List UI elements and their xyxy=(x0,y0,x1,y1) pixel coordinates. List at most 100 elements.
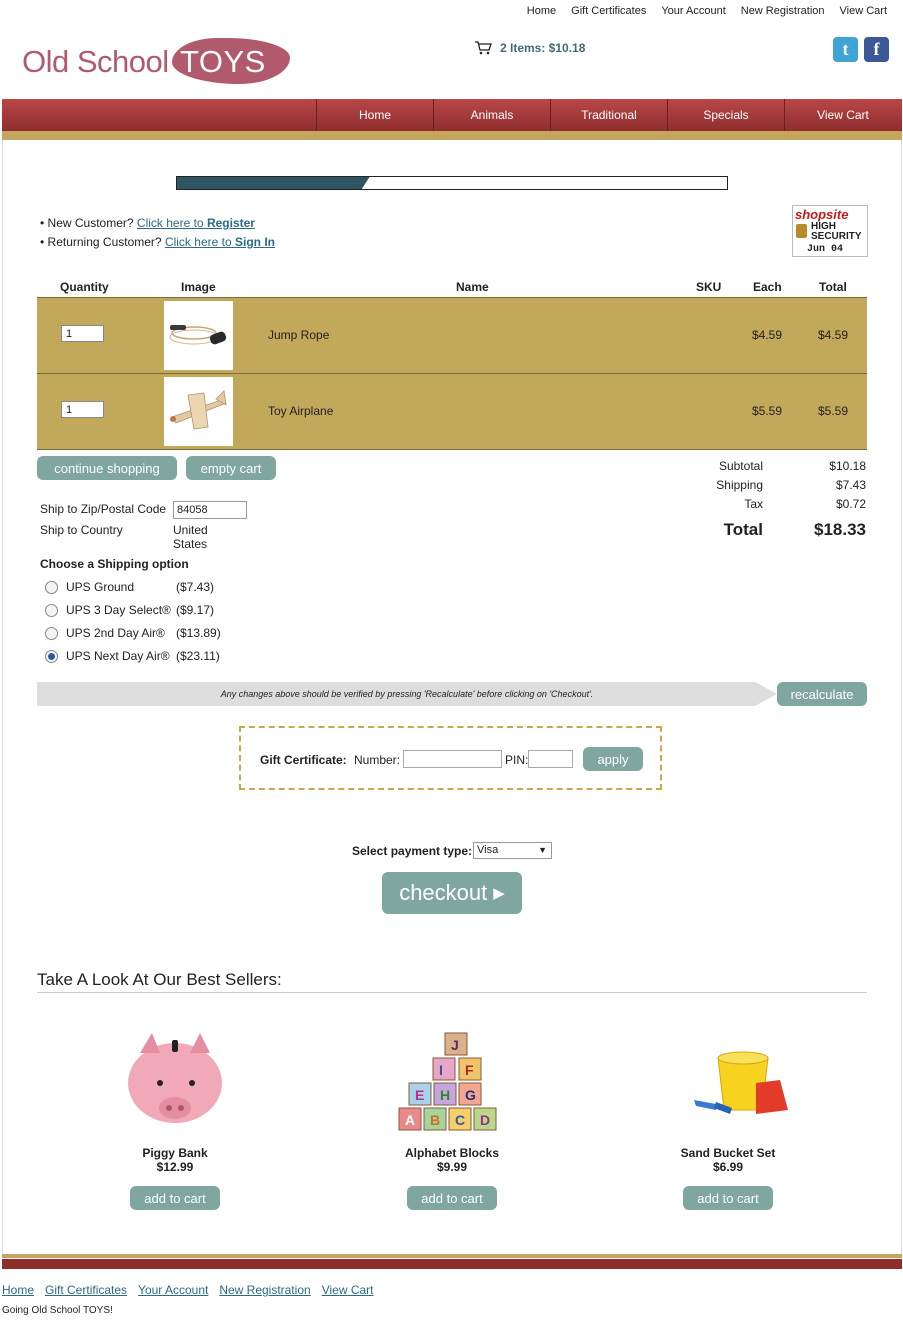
recalculate-note: Any changes above should be verified by … xyxy=(37,682,777,706)
badge-brand: shopsite xyxy=(795,207,849,222)
shipping-value: $7.43 xyxy=(835,478,866,492)
shipping-option-label: UPS Next Day Air® xyxy=(66,649,170,663)
product-name[interactable]: Toy Airplane xyxy=(268,404,333,418)
line-total: $5.59 xyxy=(818,404,849,418)
footer-link-gift-certificates[interactable]: Gift Certificates xyxy=(45,1283,127,1297)
product-name[interactable]: Sand Bucket Set xyxy=(628,1146,828,1160)
sign-in-link[interactable]: Click here to Sign In xyxy=(165,235,275,249)
cart-table-header: Quantity Image Name SKU Each Total xyxy=(37,278,867,297)
col-each: Each xyxy=(753,280,782,294)
table-row: 1 Jump Rope $4.59 $4.59 xyxy=(37,297,867,373)
footer-link-home[interactable]: Home xyxy=(2,1283,34,1297)
customer-links: • New Customer? Click here to Register •… xyxy=(40,214,275,252)
shipping-option-price: ($13.89) xyxy=(176,626,221,640)
svg-text:G: G xyxy=(465,1087,476,1103)
nav-home[interactable]: Home xyxy=(316,99,433,131)
table-row: 1 Toy Airplane $5.59 $5.59 xyxy=(37,373,867,450)
product-image-toy-airplane[interactable] xyxy=(164,377,233,446)
best-seller-item: Piggy Bank $12.99 xyxy=(75,1028,275,1174)
lock-icon xyxy=(796,224,807,238)
tax-label: Tax xyxy=(744,497,763,511)
shipping-option-label: UPS Ground xyxy=(66,580,135,594)
recalculate-button[interactable]: recalculate xyxy=(777,682,867,706)
nav-traditional[interactable]: Traditional xyxy=(550,99,667,131)
top-links: Home Gift Certificates Your Account New … xyxy=(527,5,887,17)
total-value: $18.33 xyxy=(814,520,866,539)
radio-button[interactable] xyxy=(45,626,58,640)
footer-link-your-account[interactable]: Your Account xyxy=(138,1283,208,1297)
shipping-option-price: ($23.11) xyxy=(176,649,220,663)
shipping-option-price: ($7.43) xyxy=(176,580,215,594)
order-totals: Subtotal $10.18 Shipping $7.43 Tax $0.72 To… xyxy=(690,459,866,546)
top-link-gift-certificates[interactable]: Gift Certificates xyxy=(571,5,646,17)
col-name: Name xyxy=(456,280,489,294)
product-name[interactable]: Alphabet Blocks xyxy=(352,1146,552,1160)
product-name[interactable]: Piggy Bank xyxy=(75,1146,275,1160)
nav-specials[interactable]: Specials xyxy=(667,99,784,131)
radio-button[interactable] xyxy=(45,603,58,617)
site-logo[interactable]: Old School TOYS xyxy=(22,36,290,88)
best-seller-item: Sand Bucket Set $6.99 xyxy=(628,1028,828,1174)
subtotal-label: Subtotal xyxy=(718,459,763,473)
gift-pin-input[interactable] xyxy=(528,750,573,768)
main-nav: Home Animals Traditional Specials View C… xyxy=(2,99,902,131)
product-price: $12.99 xyxy=(156,1160,194,1174)
nav-animals[interactable]: Animals xyxy=(433,99,550,131)
apply-button[interactable]: apply xyxy=(583,747,643,771)
checkout-progress-bar xyxy=(176,176,728,190)
quantity-input[interactable]: 1 xyxy=(61,325,104,342)
sand-bucket-image[interactable] xyxy=(658,1028,798,1143)
add-to-cart-button[interactable]: add to cart xyxy=(130,1186,220,1210)
checkout-label: checkout xyxy=(399,880,488,905)
zip-input[interactable]: 84058 xyxy=(173,501,247,519)
quantity-input[interactable]: 1 xyxy=(61,401,104,418)
add-to-cart-button[interactable]: add to cart xyxy=(683,1186,773,1210)
shipping-options-title: Choose a Shipping option xyxy=(40,557,189,571)
gift-number-input[interactable] xyxy=(403,750,502,768)
piggy-bank-image[interactable] xyxy=(120,1028,230,1143)
progress-fill xyxy=(177,177,370,189)
continue-shopping-button[interactable]: continue shopping xyxy=(37,456,177,480)
shipping-option[interactable]: UPS Ground ($7.43) xyxy=(45,578,214,596)
alphabet-blocks-image[interactable]: J I F E H G A B C D xyxy=(387,1028,517,1143)
shipping-option-label: UPS 2nd Day Air® xyxy=(66,626,165,640)
nav-view-cart[interactable]: View Cart xyxy=(784,99,901,131)
footer-link-new-registration[interactable]: New Registration xyxy=(219,1283,310,1297)
shipping-option[interactable]: UPS Next Day Air® ($23.11) xyxy=(45,647,220,665)
shipping-option[interactable]: UPS 3 Day Select® ($9.17) xyxy=(45,601,214,619)
checkout-button[interactable]: checkout ▶ xyxy=(382,872,522,914)
gift-certificate-label: Gift Certificate: xyxy=(260,753,347,767)
top-link-home[interactable]: Home xyxy=(527,5,556,17)
social-links: t f xyxy=(833,37,889,62)
svg-text:D: D xyxy=(480,1112,490,1128)
svg-text:J: J xyxy=(451,1037,459,1053)
payment-type-value: Visa xyxy=(477,844,499,856)
top-link-new-registration[interactable]: New Registration xyxy=(741,5,825,17)
logo-text-toys: TOYS xyxy=(180,44,266,79)
product-price: $9.99 xyxy=(436,1160,468,1174)
top-link-your-account[interactable]: Your Account xyxy=(661,5,725,17)
twitter-icon[interactable]: t xyxy=(833,37,858,62)
top-link-view-cart[interactable]: View Cart xyxy=(840,5,887,17)
shipping-option[interactable]: UPS 2nd Day Air® ($13.89) xyxy=(45,624,221,642)
badge-security-text: HIGH SECURITY xyxy=(811,221,862,242)
gift-number-label: Number: xyxy=(354,753,401,767)
facebook-icon[interactable]: f xyxy=(864,37,889,62)
product-name[interactable]: Jump Rope xyxy=(268,328,329,342)
product-image-jump-rope[interactable] xyxy=(164,301,233,370)
footer-link-view-cart[interactable]: View Cart xyxy=(322,1283,374,1297)
col-total: Total xyxy=(819,280,847,294)
add-to-cart-button[interactable]: add to cart xyxy=(407,1186,497,1210)
col-image: Image xyxy=(181,280,216,294)
empty-cart-button[interactable]: empty cart xyxy=(186,456,276,480)
unit-price: $5.59 xyxy=(752,404,783,418)
payment-type-select[interactable]: Visa ▼ xyxy=(473,842,552,859)
logo-text-old: Old School xyxy=(22,44,169,79)
cart-summary[interactable]: 2 Items: $10.18 xyxy=(474,41,585,55)
footer-red-stripe xyxy=(2,1259,902,1269)
register-link[interactable]: Click here to Register xyxy=(137,216,255,230)
footer-note: Going Old School TOYS! xyxy=(2,1305,113,1316)
radio-button-selected[interactable] xyxy=(45,649,58,663)
new-customer-label: • New Customer? xyxy=(40,216,134,230)
radio-button[interactable] xyxy=(45,580,58,594)
